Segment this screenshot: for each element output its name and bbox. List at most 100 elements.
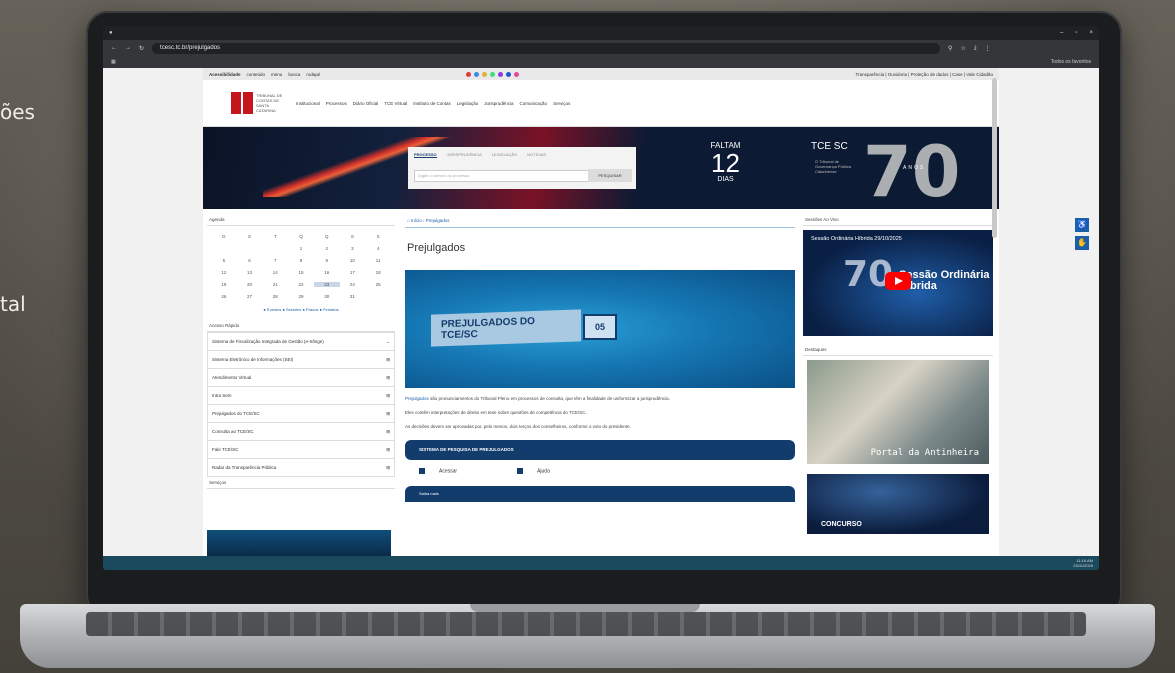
address-bar[interactable]: tcesc.tc.br/prejulgados — [152, 42, 941, 54]
social-icon-2[interactable] — [474, 71, 480, 77]
calendar-day[interactable]: 22 — [288, 282, 314, 287]
calendar-day[interactable]: 11 — [365, 258, 391, 263]
maximize-button[interactable]: ▫ — [1075, 30, 1077, 36]
nav-institucional[interactable]: Institucional — [296, 101, 320, 106]
tab-processo[interactable]: PROCESSO — [414, 152, 437, 158]
calendar-day[interactable]: 7 — [262, 258, 288, 263]
calendar-day[interactable]: 16 — [314, 270, 340, 275]
transparency-links[interactable]: Transparência | Ouvidoria | Proteção de … — [855, 72, 993, 77]
all-bookmarks-link[interactable]: Todos os favoritos — [1051, 59, 1091, 65]
nav-instituto[interactable]: Instituto de Contas — [413, 101, 451, 106]
calendar-day[interactable]: 31 — [340, 294, 366, 299]
access-action[interactable]: Acessar — [419, 468, 457, 474]
sign-language-icon[interactable]: ✋ — [1075, 236, 1089, 250]
concurso-banner[interactable]: CONCURSO — [807, 474, 989, 534]
calendar-day[interactable]: 28 — [262, 294, 288, 299]
taskbar-clock[interactable]: 11:16 AM 23/11/2025 — [1073, 558, 1093, 568]
quick-access-item[interactable]: Consulta ao TCE/SC ⊞ — [207, 423, 395, 441]
background-text-1: ões — [0, 100, 35, 124]
calendar-day[interactable]: 30 — [314, 294, 340, 299]
back-icon[interactable]: ← — [111, 45, 117, 51]
nav-comunicacao[interactable]: Comunicação — [520, 101, 548, 106]
social-icon-6[interactable] — [506, 71, 512, 77]
calendar-day[interactable]: 12 — [211, 270, 237, 275]
search-panel: PROCESSO JURISPRUDÊNCIA LEGISLAÇÃO NOTÍC… — [408, 147, 636, 189]
social-icon-7[interactable] — [514, 71, 520, 77]
apps-icon[interactable]: ▦ — [111, 59, 116, 65]
search-input[interactable]: Digite o número do processo — [414, 170, 589, 182]
tab-jurisprudencia[interactable]: JURISPRUDÊNCIA — [447, 152, 482, 158]
countdown-number: 12 — [711, 148, 740, 178]
calendar-day[interactable]: 14 — [262, 270, 288, 275]
calendar-day[interactable]: 10 — [340, 258, 366, 263]
calendar-day[interactable]: 13 — [237, 270, 263, 275]
accessibility-icon[interactable]: ♿ — [1075, 218, 1089, 232]
tab-noticias[interactable]: NOTÍCIAS — [527, 152, 546, 158]
nav-diario-oficial[interactable]: Diário Oficial — [353, 101, 379, 106]
calendar-day[interactable]: 1 — [288, 246, 314, 251]
social-icon-3[interactable] — [482, 71, 488, 77]
calendar-day[interactable]: 25 — [365, 282, 391, 287]
calendar-day[interactable]: 3 — [340, 246, 366, 251]
breadcrumb[interactable]: ⌂ Início › Prejulgados — [405, 214, 795, 228]
quick-access-item[interactable]: Sistema de Fiscalização Integrada de Ges… — [207, 332, 395, 351]
play-icon[interactable] — [885, 272, 911, 290]
quick-access-item[interactable]: Radar da Transparência Pública ⊞ — [207, 459, 395, 477]
access-item-footer[interactable]: rodapé — [306, 72, 320, 77]
search-button[interactable]: PESQUISAR — [588, 169, 632, 182]
calendar-day[interactable]: 8 — [288, 258, 314, 263]
calendar-day[interactable]: 19 — [211, 282, 237, 287]
quick-access-item[interactable]: Atendimento Virtual ⊞ — [207, 369, 395, 387]
calendar-day[interactable]: 21 — [262, 282, 288, 287]
nav-tce-virtual[interactable]: TCE Virtual — [384, 101, 407, 106]
calendar-day[interactable]: 5 — [211, 258, 237, 263]
access-item-search[interactable]: busca — [288, 72, 300, 77]
calendar-day[interactable]: 24 — [340, 282, 366, 287]
calendar-day[interactable]: 4 — [365, 246, 391, 251]
kebab-menu-icon[interactable]: ⋮ — [984, 45, 990, 52]
access-item-menu[interactable]: menu — [271, 72, 282, 77]
prejulgados-link[interactable]: Prejulgados — [405, 396, 429, 401]
services-banner[interactable] — [207, 530, 391, 556]
social-icon-1[interactable] — [466, 71, 472, 77]
browser-menu-icon[interactable]: ● — [109, 30, 113, 36]
calendar-day[interactable]: 29 — [288, 294, 314, 299]
services-title: Serviços — [207, 477, 395, 489]
quick-access-item[interactable]: Sistema Eletrônico de Informações (SEI) ⊞ — [207, 351, 395, 369]
star-icon[interactable]: ☆ — [960, 45, 965, 52]
zoom-icon[interactable]: ⚲ — [948, 45, 952, 52]
calendar-day[interactable]: 20 — [237, 282, 263, 287]
next-section-header[interactable]: Saiba mais — [405, 486, 795, 503]
calendar-day[interactable]: 2 — [314, 246, 340, 251]
video-player[interactable]: 70 Sessão Ordinária Híbrida 29/10/2025 S… — [803, 230, 993, 336]
quick-access-item[interactable]: Prejulgados do TCE/SC ⊞ — [207, 405, 395, 423]
calendar-day[interactable]: 6 — [237, 258, 263, 263]
forward-icon[interactable]: → — [125, 45, 131, 51]
download-icon[interactable]: ⤓ — [974, 45, 977, 52]
calendar-day[interactable]: 23 — [313, 282, 340, 287]
calendar-day[interactable]: 9 — [314, 258, 340, 263]
social-icon-4[interactable] — [490, 71, 496, 77]
nav-jurisprudencia[interactable]: Jurisprudência — [484, 101, 513, 106]
calendar-day[interactable]: 26 — [211, 294, 237, 299]
highlight-photo[interactable]: Portal da Antinheira — [807, 360, 989, 464]
nav-servicos[interactable]: Serviços — [553, 101, 570, 106]
nav-processos[interactable]: Processos — [326, 101, 347, 106]
page-scrollbar[interactable] — [992, 78, 997, 238]
close-button[interactable]: × — [1089, 30, 1093, 36]
concurso-label: CONCURSO — [821, 521, 862, 528]
access-item-content[interactable]: conteúdo — [247, 72, 266, 77]
quick-access-item[interactable]: Fale TCE/SC ⊞ — [207, 441, 395, 459]
tce-logo[interactable]: TRIBUNAL DE CONTAS DE SANTA CATARINA — [231, 92, 286, 114]
minimize-button[interactable]: – — [1060, 30, 1063, 36]
nav-legislacao[interactable]: Legislação — [457, 101, 479, 106]
calendar-day[interactable]: 27 — [237, 294, 263, 299]
social-icon-5[interactable] — [498, 71, 504, 77]
calendar-day[interactable]: 15 — [288, 270, 314, 275]
reload-icon[interactable]: ↻ — [139, 45, 144, 52]
tab-legislacao[interactable]: LEGISLAÇÃO — [492, 152, 517, 158]
calendar-day[interactable]: 18 — [365, 270, 391, 275]
quick-access-item[interactable]: Intra Sem ⊞ — [207, 387, 395, 405]
help-action[interactable]: Ajuda — [517, 468, 550, 474]
calendar-day[interactable]: 17 — [340, 270, 366, 275]
